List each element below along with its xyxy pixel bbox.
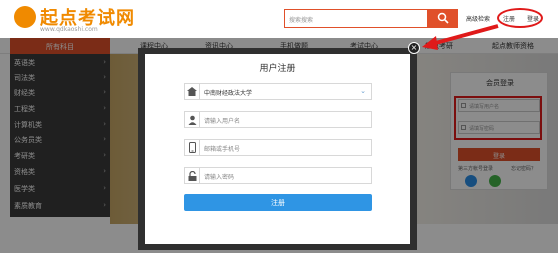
logo-url: www.qdkaoshi.com (40, 26, 98, 33)
lock-icon (185, 168, 200, 183)
modal-title: 用户注册 (259, 64, 296, 74)
password-field[interactable]: 请输入密码 (184, 167, 372, 184)
username-placeholder: 请输入用户名 (204, 118, 241, 125)
annotation-arrow-icon (422, 24, 499, 50)
search-icon (437, 12, 449, 24)
advanced-search-link[interactable]: 高级检索 (466, 14, 490, 23)
home-icon (185, 84, 200, 99)
phone-email-field[interactable]: 邮箱或手机号 (184, 139, 372, 156)
close-icon[interactable]: × (408, 42, 420, 54)
username-field[interactable]: 请输入用户名 (184, 111, 372, 128)
phone-email-placeholder: 邮箱或手机号 (204, 146, 241, 153)
annotation-circle (497, 8, 543, 28)
password-placeholder: 请输入密码 (204, 174, 235, 181)
school-select-value: 中南财经政法大学 (204, 90, 253, 97)
search-input[interactable]: 搜索搜索 (284, 9, 428, 28)
phone-icon (185, 140, 200, 155)
register-modal: 用户注册 中南财经政法大学 ⌄ 请输入用户名 邮箱或手机号 请输入密码 注册 (145, 54, 410, 244)
chevron-down-icon: ⌄ (360, 87, 366, 95)
school-select[interactable]: 中南财经政法大学 ⌄ (184, 83, 372, 100)
user-icon (185, 112, 200, 127)
logo-mark-icon (14, 6, 36, 28)
register-submit-button[interactable]: 注册 (184, 194, 372, 211)
